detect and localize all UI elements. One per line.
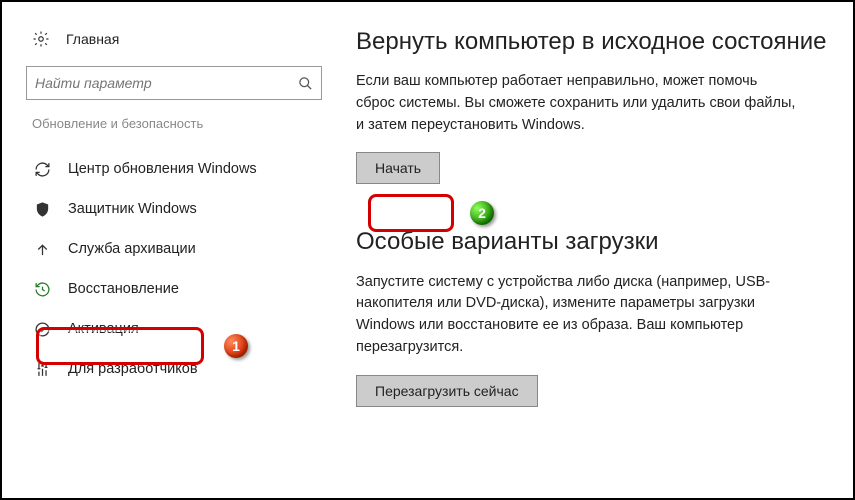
home-nav-item[interactable]: Главная xyxy=(20,30,330,48)
sidebar-item-label: Защитник Windows xyxy=(68,201,197,217)
checkmark-circle-icon xyxy=(32,321,52,338)
sidebar-item-label: Служба архивации xyxy=(68,241,196,257)
history-icon xyxy=(32,281,52,298)
upload-arrow-icon xyxy=(32,241,52,258)
advanced-startup-description: Запустите систему с устройства либо диск… xyxy=(356,272,796,359)
annotation-badge-2: 2 xyxy=(470,201,494,225)
home-label: Главная xyxy=(66,31,119,47)
get-started-button[interactable]: Начать xyxy=(356,152,440,184)
sidebar-item-label: Для разработчиков xyxy=(68,361,198,377)
sidebar-item-defender[interactable]: Защитник Windows xyxy=(20,189,330,229)
search-input[interactable] xyxy=(35,75,298,91)
sidebar-item-developers[interactable]: Для разработчиков xyxy=(20,349,330,389)
advanced-startup-title: Особые варианты загрузки xyxy=(356,226,831,257)
settings-sidebar: Главная Обновление и безопасность Центр … xyxy=(20,20,330,480)
annotation-badge-1: 1 xyxy=(224,334,248,358)
sidebar-item-label: Активация xyxy=(68,321,139,337)
sidebar-item-activation[interactable]: Активация xyxy=(20,309,330,349)
reset-pc-description: Если ваш компьютер работает неправильно,… xyxy=(356,71,796,136)
sidebar-item-backup[interactable]: Служба архивации xyxy=(20,229,330,269)
gear-icon xyxy=(32,30,50,48)
sidebar-section-label: Обновление и безопасность xyxy=(32,116,330,131)
sidebar-item-label: Центр обновления Windows xyxy=(68,161,257,177)
restart-now-button[interactable]: Перезагрузить сейчас xyxy=(356,375,538,407)
reset-pc-title: Вернуть компьютер в исходное состояние xyxy=(356,26,831,57)
search-input-container[interactable] xyxy=(26,66,322,100)
sidebar-item-windows-update[interactable]: Центр обновления Windows xyxy=(20,149,330,189)
sidebar-item-label: Восстановление xyxy=(68,281,179,297)
main-content: Вернуть компьютер в исходное состояние Е… xyxy=(330,20,831,480)
sidebar-item-recovery[interactable]: Восстановление xyxy=(20,269,330,309)
search-icon xyxy=(298,76,313,91)
shield-icon xyxy=(32,201,52,218)
sync-icon xyxy=(32,161,52,178)
tools-icon xyxy=(32,361,52,378)
